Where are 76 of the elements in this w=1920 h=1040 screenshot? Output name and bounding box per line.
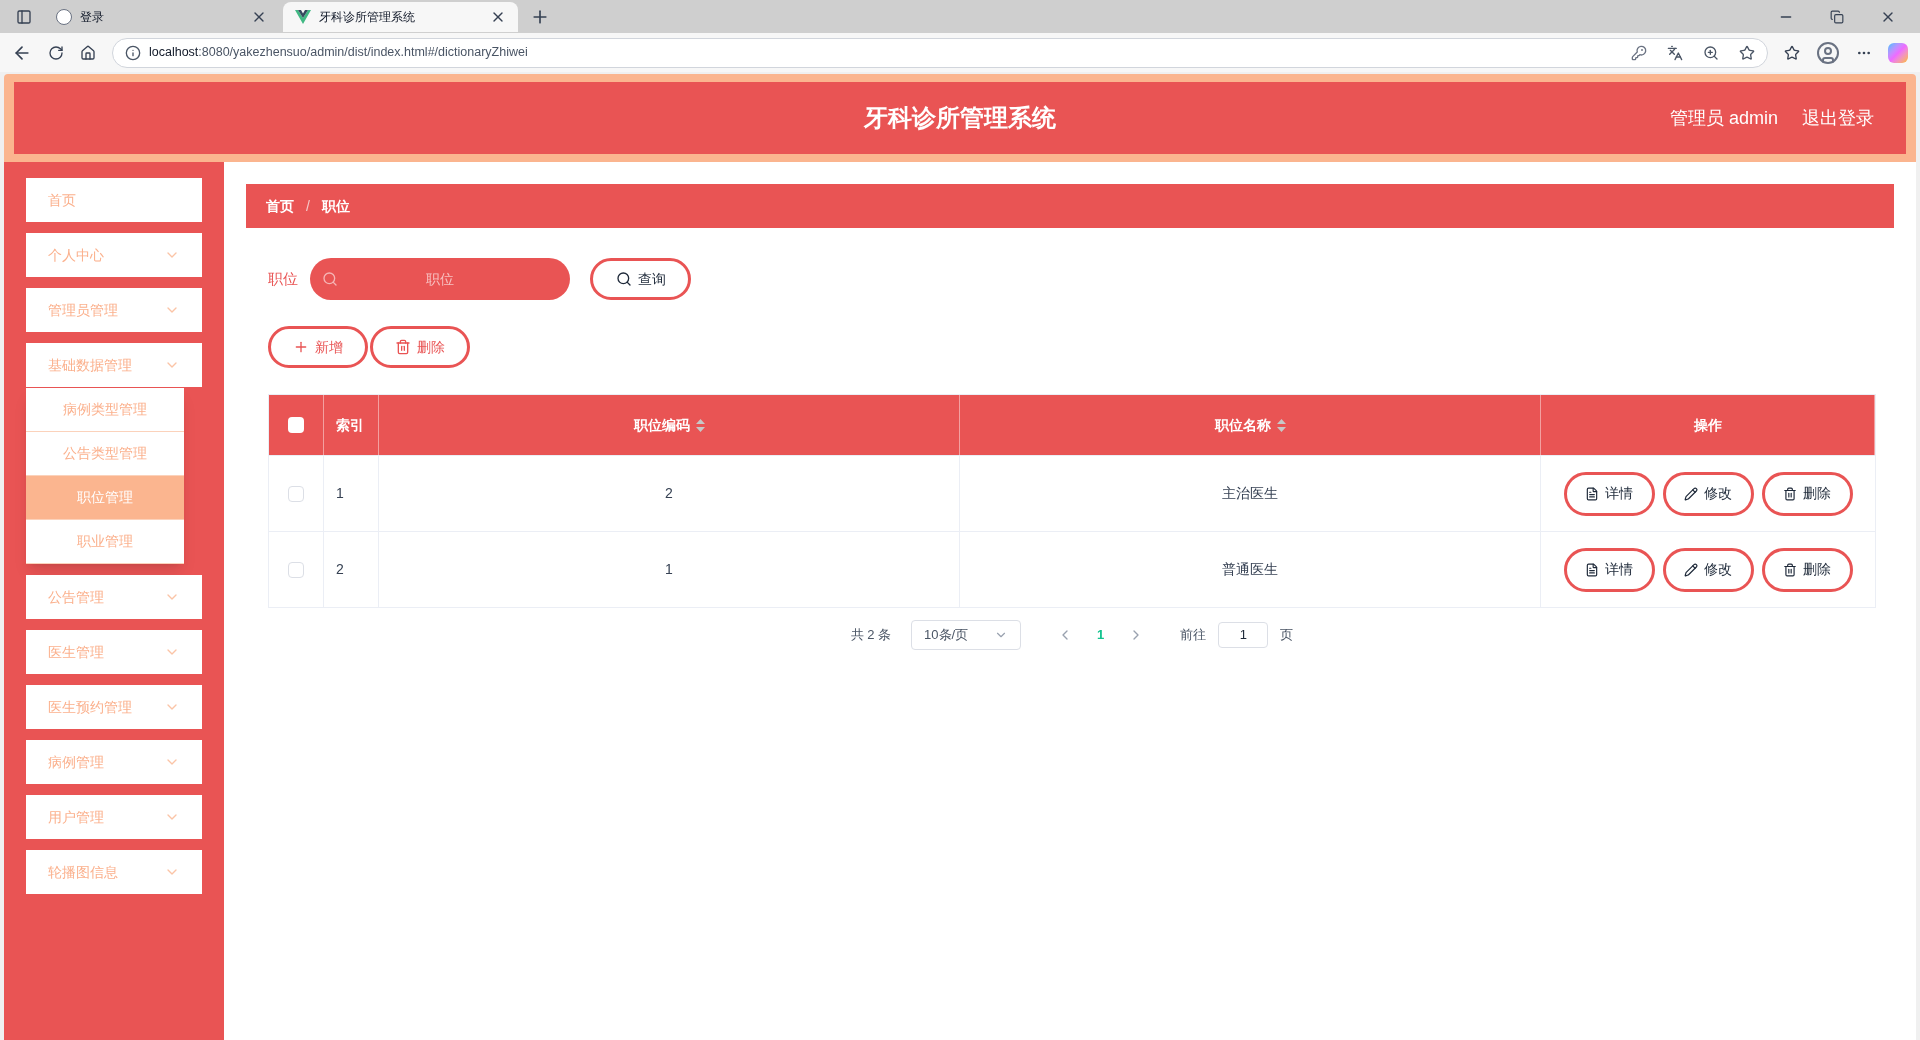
trash-icon — [1783, 562, 1797, 577]
profile-icon[interactable] — [1816, 40, 1840, 65]
pencil-icon — [1684, 562, 1698, 577]
document-icon — [1585, 562, 1599, 577]
table-cell: 主治医生 — [960, 456, 1541, 531]
detail-button[interactable]: 详情 — [1563, 547, 1655, 592]
info-icon[interactable] — [125, 44, 141, 61]
sidebar-item[interactable]: 医生预约管理 — [26, 685, 202, 729]
delete-button[interactable]: 删除 — [370, 326, 470, 368]
sidebar-item[interactable]: 病例管理 — [26, 740, 202, 784]
column-header: 索引 — [324, 395, 379, 455]
sidebar-item[interactable]: 医生管理 — [26, 630, 202, 674]
pencil-icon — [1684, 486, 1698, 501]
search-icon — [322, 271, 338, 287]
breadcrumb-link[interactable]: 首页 — [266, 195, 294, 217]
star-icon[interactable] — [1739, 44, 1755, 61]
sidebar-item[interactable]: 个人中心 — [26, 233, 202, 277]
restore-icon[interactable] — [1830, 9, 1844, 24]
edit-button[interactable]: 修改 — [1662, 471, 1754, 516]
detail-button[interactable]: 详情 — [1563, 471, 1655, 516]
page-input[interactable]: 1 — [1218, 622, 1269, 648]
table-cell: 1 — [324, 456, 379, 531]
search-icon — [615, 271, 632, 287]
add-button[interactable]: 新增 — [268, 326, 368, 368]
column-header: 操作 — [1541, 395, 1875, 455]
address-bar[interactable]: localhost:8080/yakezhensuo/admin/dist/index.html#/dictionaryZhiwei — [112, 37, 1768, 68]
tab-title: 登录 — [80, 8, 105, 26]
app-title: 牙科诊所管理系统 — [864, 103, 1056, 133]
select-all-checkbox[interactable] — [288, 417, 304, 433]
sidebar-item[interactable]: 首页 — [26, 178, 202, 222]
site-icon — [56, 8, 72, 25]
translate-icon[interactable] — [1667, 44, 1683, 61]
row-checkbox[interactable] — [288, 485, 304, 502]
home-icon[interactable] — [80, 44, 96, 61]
sidebar-item[interactable]: 公告管理 — [26, 575, 202, 619]
browser-tab[interactable]: 登录 — [44, 1, 279, 32]
sidebar-item[interactable]: 基础数据管理 — [26, 343, 202, 387]
column-header[interactable]: 职位编码 — [379, 395, 960, 455]
sidebar-item[interactable]: 管理员管理 — [26, 288, 202, 332]
tab-title: 牙科诊所管理系统 — [319, 8, 416, 26]
table-cell: 普通医生 — [960, 532, 1541, 607]
total-count: 共 2 条 — [850, 626, 892, 645]
search-field[interactable]: 职位 — [310, 258, 570, 300]
sidebar-item[interactable]: 用户管理 — [26, 795, 202, 839]
reload-icon[interactable] — [48, 44, 64, 61]
breadcrumb-separator: / — [306, 196, 310, 216]
page-number[interactable]: 1 — [1085, 625, 1117, 645]
table-cell: 1 — [379, 532, 960, 607]
page-suffix: 页 — [1280, 626, 1294, 645]
column-header[interactable]: 职位名称 — [960, 395, 1541, 455]
zoom-icon[interactable] — [1703, 44, 1719, 61]
tab-actions-icon[interactable] — [16, 8, 32, 25]
table-cell: 2 — [379, 456, 960, 531]
submenu-item[interactable]: 职业管理 — [26, 520, 184, 564]
sidebar-item[interactable]: 轮播图信息 — [26, 850, 202, 894]
row-checkbox[interactable] — [288, 561, 304, 578]
trash-icon — [395, 339, 411, 355]
trash-icon — [1783, 486, 1797, 501]
url-text: localhost:8080/yakezhensuo/admin/dist/index.html#/dictionaryZhiwei — [149, 44, 529, 62]
delete-button[interactable]: 删除 — [1761, 471, 1853, 516]
query-button[interactable]: 查询 — [590, 258, 691, 300]
search-label: 职位 — [268, 268, 298, 289]
page-size-select[interactable]: 10条/页 — [911, 620, 1022, 650]
key-icon[interactable] — [1631, 44, 1647, 61]
edit-button[interactable]: 修改 — [1662, 547, 1754, 592]
delete-button[interactable]: 删除 — [1761, 547, 1853, 592]
favorites-icon[interactable] — [1784, 44, 1800, 61]
browser-tab[interactable]: 牙科诊所管理系统 — [283, 1, 518, 32]
table-cell: 2 — [324, 532, 379, 607]
document-icon — [1585, 486, 1599, 501]
plus-icon — [293, 339, 309, 355]
logout-link[interactable]: 退出登录 — [1802, 104, 1874, 132]
user-label: 管理员 admin — [1669, 106, 1778, 130]
goto-label: 前往 — [1180, 626, 1207, 645]
vue-logo-icon — [295, 9, 311, 24]
submenu-item[interactable]: 病例类型管理 — [26, 388, 184, 432]
